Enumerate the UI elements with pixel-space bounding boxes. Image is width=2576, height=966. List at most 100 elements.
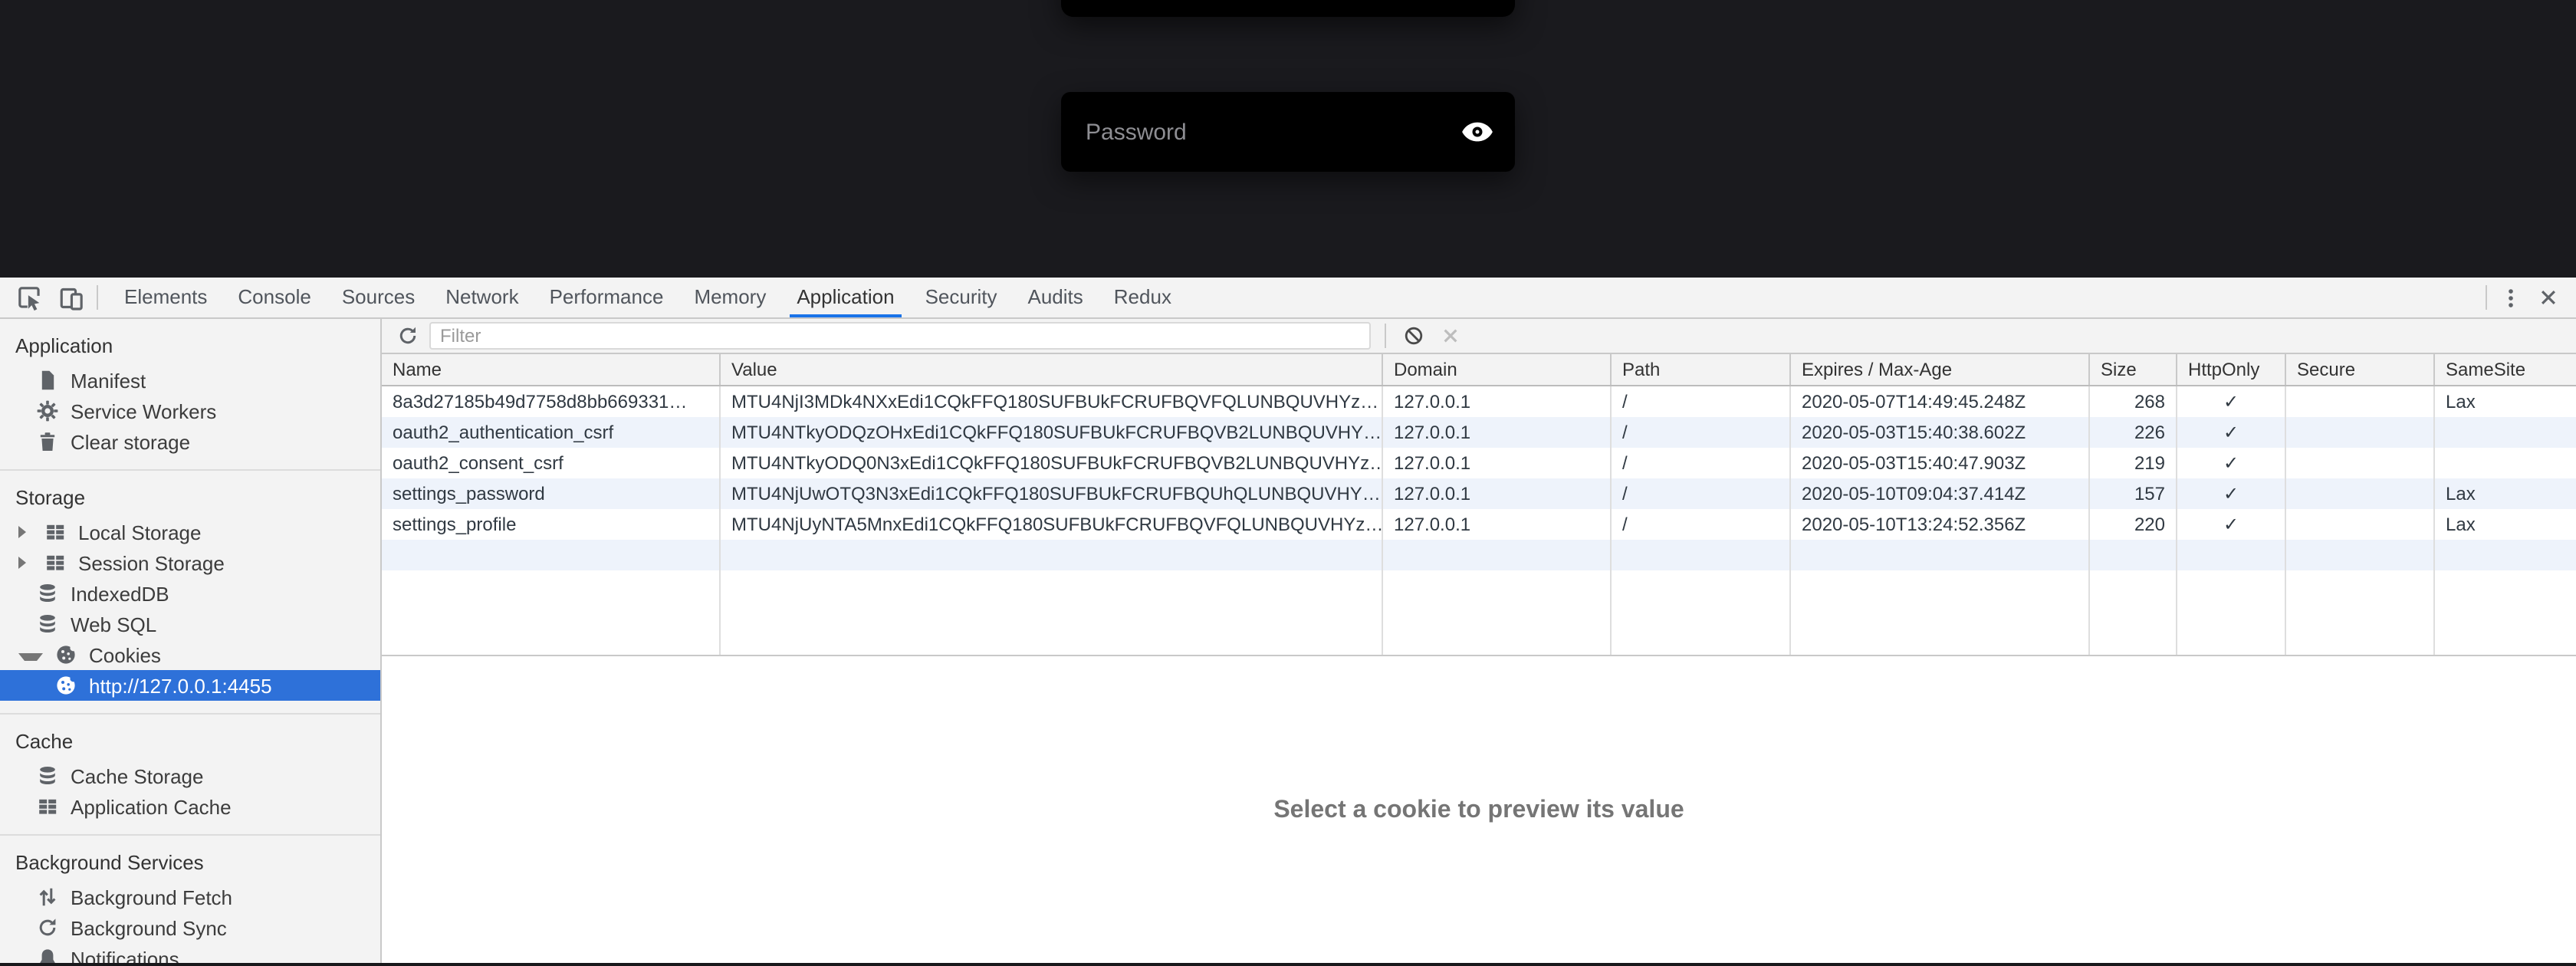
devtools-close-button[interactable] — [2530, 284, 2567, 311]
tab-redux[interactable]: Redux — [1099, 278, 1187, 317]
cell-value: MTU4NjUyNTA5MnxEdi1CQkFFQ180SUFBUkFCRUFB… — [721, 509, 1383, 540]
cookie-row[interactable]: oauth2_consent_csrfMTU4NTkyODQ0N3xEdi1CQ… — [382, 448, 2576, 478]
cell-value: MTU4NjI3MDk4NXxEdi1CQkFFQ180SUFBUkFCRUFB… — [721, 386, 1383, 417]
cell-domain: 127.0.0.1 — [1383, 417, 1612, 448]
sidebar-item-local-storage[interactable]: Local Storage — [0, 517, 380, 547]
tab-elements[interactable]: Elements — [109, 278, 222, 317]
tree-arrow-icon[interactable] — [18, 557, 34, 569]
tab-sources[interactable]: Sources — [327, 278, 430, 317]
close-icon — [2538, 287, 2559, 308]
sidebar-item-cache-storage[interactable]: Cache Storage — [0, 761, 380, 791]
inspect-element-button[interactable] — [9, 281, 51, 314]
sidebar-item-service-workers[interactable]: Service Workers — [0, 396, 380, 426]
sidebar-item-session-storage[interactable]: Session Storage — [0, 547, 380, 578]
tab-label: Console — [238, 285, 310, 308]
column-header[interactable]: Secure — [2286, 354, 2435, 385]
tab-performance[interactable]: Performance — [534, 278, 679, 317]
tab-label: Application — [797, 285, 894, 308]
cell-path: / — [1612, 509, 1791, 540]
delete-selected-cookie-button[interactable] — [1437, 322, 1464, 350]
cell-path: / — [1612, 417, 1791, 448]
sidebar-item-background-sync[interactable]: Background Sync — [0, 912, 380, 943]
column-header[interactable]: Name — [382, 354, 721, 385]
cell-samesite: Lax — [2435, 509, 2576, 540]
password-visibility-toggle[interactable] — [1455, 121, 1515, 143]
sidebar-item-web-sql[interactable]: Web SQL — [0, 609, 380, 639]
sidebar-item-label: Session Storage — [78, 551, 225, 574]
cell-samesite — [2435, 570, 2576, 655]
sidebar-item-indexeddb[interactable]: IndexedDB — [0, 578, 380, 609]
cookie-row[interactable]: 8a3d27185b49d7758d8bb669331…MTU4NjI3MDk4… — [382, 386, 2576, 417]
cell-size: 157 — [2090, 478, 2177, 509]
column-header[interactable]: Expires / Max-Age — [1791, 354, 2090, 385]
sync-icon — [37, 917, 58, 938]
column-header[interactable]: Path — [1612, 354, 1791, 385]
sidebar-item-label: Service Workers — [71, 399, 216, 422]
cell-expires: 2020-05-10T13:24:52.356Z — [1791, 509, 2090, 540]
sidebar-item-cookies[interactable]: Cookies — [0, 639, 380, 670]
sidebar-section: StorageLocal StorageSession StorageIndex… — [0, 471, 380, 715]
cell-domain: 127.0.0.1 — [1383, 386, 1612, 417]
database-icon — [37, 613, 58, 635]
column-header[interactable]: Value — [721, 354, 1383, 385]
sidebar-item-label: http://127.0.0.1:4455 — [89, 674, 272, 697]
sidebar-item-http-127-0-0-1-4455[interactable]: http://127.0.0.1:4455 — [0, 670, 380, 701]
column-header[interactable]: Domain — [1383, 354, 1612, 385]
device-toolbar-button[interactable] — [51, 281, 92, 314]
cookie-preview-pane: Select a cookie to preview its value — [382, 656, 2576, 966]
clear-all-cookies-button[interactable] — [1400, 322, 1428, 350]
sidebar-item-manifest[interactable]: Manifest — [0, 365, 380, 396]
tree-arrow-icon[interactable] — [18, 526, 34, 538]
sidebar-item-background-fetch[interactable]: Background Fetch — [0, 882, 380, 912]
tab-audits[interactable]: Audits — [1013, 278, 1099, 317]
table-filler[interactable] — [382, 570, 2576, 655]
tab-application[interactable]: Application — [781, 278, 909, 317]
cookie-icon — [55, 644, 77, 665]
cell-secure — [2286, 417, 2435, 448]
tree-arrow-icon[interactable] — [18, 652, 43, 660]
cell-httponly: ✓ — [2177, 417, 2286, 448]
tab-label: Network — [445, 285, 518, 308]
password-input[interactable] — [1061, 92, 1455, 172]
tab-memory[interactable]: Memory — [678, 278, 781, 317]
cell-size: 268 — [2090, 386, 2177, 417]
empty-row[interactable] — [382, 540, 2576, 570]
cell-expires: 2020-05-07T14:49:45.248Z — [1791, 386, 2090, 417]
username-input-cutoff[interactable] — [1061, 0, 1515, 17]
cell-name: oauth2_consent_csrf — [382, 448, 721, 478]
sidebar-item-application-cache[interactable]: Application Cache — [0, 791, 380, 822]
tab-label: Memory — [694, 285, 766, 308]
cookie-row[interactable]: settings_passwordMTU4NjUwOTQ3N3xEdi1CQkF… — [382, 478, 2576, 509]
sidebar-section: CacheCache StorageApplication Cache — [0, 715, 380, 836]
cookie-table-body: 8a3d27185b49d7758d8bb669331…MTU4NjI3MDk4… — [382, 386, 2576, 656]
column-header[interactable]: SameSite — [2435, 354, 2576, 385]
cell-domain — [1383, 540, 1612, 570]
tab-network[interactable]: Network — [430, 278, 534, 317]
cell-expires — [1791, 570, 2090, 655]
cookie-row[interactable]: oauth2_authentication_csrfMTU4NTkyODQzOH… — [382, 417, 2576, 448]
tab-label: Performance — [550, 285, 664, 308]
tab-security[interactable]: Security — [910, 278, 1013, 317]
inspect-cursor-icon — [17, 284, 43, 310]
cell-path — [1612, 570, 1791, 655]
cell-name: 8a3d27185b49d7758d8bb669331… — [382, 386, 721, 417]
table-icon — [44, 552, 66, 573]
cell-expires — [1791, 540, 2090, 570]
application-sidebar: ApplicationManifestService WorkersClear … — [0, 319, 382, 966]
cell-expires: 2020-05-03T15:40:38.602Z — [1791, 417, 2090, 448]
cell-secure — [2286, 448, 2435, 478]
sidebar-item-clear-storage[interactable]: Clear storage — [0, 426, 380, 457]
trash-icon — [37, 431, 58, 452]
cookie-row[interactable]: settings_profileMTU4NjUyNTA5MnxEdi1CQkFF… — [382, 509, 2576, 540]
refresh-button[interactable] — [396, 322, 420, 350]
tab-label: Sources — [342, 285, 415, 308]
tab-label: Redux — [1114, 285, 1171, 308]
devtools-menu-button[interactable] — [2492, 283, 2530, 312]
column-header[interactable]: Size — [2090, 354, 2177, 385]
column-header[interactable]: HttpOnly — [2177, 354, 2286, 385]
eye-icon — [1461, 121, 1493, 143]
tab-console[interactable]: Console — [222, 278, 326, 317]
tab-label: Elements — [124, 285, 207, 308]
devtools-tabbar: Elements Console Sources Network Performance… — [0, 278, 2576, 319]
filter-input[interactable] — [429, 322, 1371, 350]
